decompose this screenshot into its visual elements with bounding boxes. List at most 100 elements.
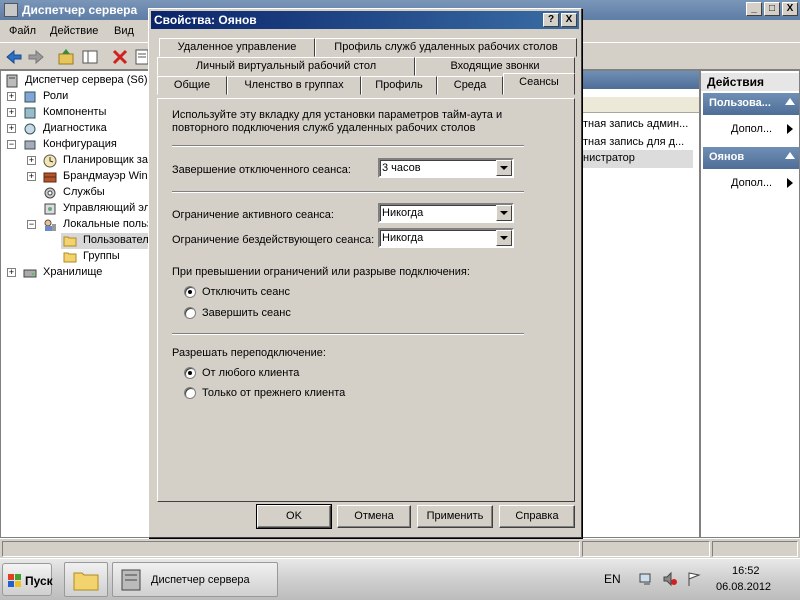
actions-group-header: Оянов (709, 151, 745, 163)
actions-group-users[interactable]: Пользова... (703, 93, 799, 115)
delete-icon[interactable] (110, 47, 130, 67)
menu-file[interactable]: Файл (9, 25, 36, 37)
ok-button[interactable]: OK (256, 504, 332, 529)
apply-button[interactable]: Применить (417, 505, 493, 528)
expand-toggle[interactable]: + (7, 268, 16, 277)
server-manager-icon (6, 74, 18, 88)
maximize-button[interactable]: □ (764, 2, 780, 16)
storage-icon (23, 269, 37, 278)
radio-any-client[interactable] (184, 367, 196, 379)
disconnected-session-combo[interactable]: 3 часов (378, 158, 514, 178)
expand-toggle[interactable]: + (7, 108, 16, 117)
tab-environment[interactable]: Среда (437, 76, 503, 95)
detail-row[interactable]: нистратор (583, 152, 635, 164)
volume-muted-icon[interactable] (662, 571, 678, 587)
collapse-up-icon[interactable] (785, 152, 795, 159)
radio-end-session-label[interactable]: Завершить сеанс (202, 307, 291, 319)
detail-column-header[interactable] (581, 97, 699, 113)
network-icon[interactable] (638, 571, 654, 587)
combo-value: Никогда (382, 207, 424, 219)
tree-item-wmi-control[interactable]: Управляющий эл (27, 201, 149, 217)
dialog-close-button[interactable]: X (561, 13, 577, 27)
submenu-arrow-icon (787, 124, 793, 134)
properties-dialog: Свойства: Оянов ? X Удаленное управление… (148, 8, 582, 538)
active-session-limit-combo[interactable]: Никогда (378, 203, 514, 223)
tree-item-label: Конфигурация (43, 138, 117, 150)
tab-remote-control[interactable]: Удаленное управление (159, 38, 315, 57)
idle-session-limit-combo[interactable]: Никогда (378, 228, 514, 248)
console-tree-icon[interactable] (80, 47, 100, 67)
language-indicator[interactable]: EN (604, 572, 621, 586)
tab-rds-profile[interactable]: Профиль служб удаленных рабочих столов (315, 38, 577, 57)
server-manager-taskbar-button[interactable]: Диспетчер сервера (112, 562, 278, 597)
tree-item-services[interactable]: Службы (27, 185, 147, 201)
tab-member-of[interactable]: Членство в группах (227, 76, 361, 95)
server-manager-icon (121, 569, 141, 591)
tree-item-server-manager[interactable]: Диспетчер сервера (S6) (3, 73, 149, 89)
tree-item-storage[interactable]: + Хранилище (7, 265, 147, 281)
explorer-taskbar-button[interactable] (64, 562, 108, 597)
expand-toggle[interactable]: + (27, 156, 36, 165)
actions-more-link[interactable]: Допол... (731, 177, 772, 189)
radio-any-client-label[interactable]: От любого клиента (202, 367, 299, 379)
radio-disconnect-session[interactable] (184, 286, 196, 298)
collapse-toggle[interactable]: − (27, 220, 36, 229)
actions-more-link[interactable]: Допол... (731, 123, 772, 135)
tree-item-features[interactable]: + Компоненты (7, 105, 147, 121)
tree-item-label: Планировщик за (63, 154, 148, 166)
menu-action[interactable]: Действие (50, 25, 98, 37)
chevron-down-icon[interactable] (496, 160, 512, 176)
radio-original-client[interactable] (184, 387, 196, 399)
collapse-toggle[interactable]: − (7, 140, 16, 149)
tree-item-roles[interactable]: + Роли (7, 89, 147, 105)
combo-value: Никогда (382, 232, 424, 244)
dialog-titlebar[interactable]: Свойства: Оянов ? X (151, 11, 579, 29)
radio-end-session[interactable] (184, 307, 196, 319)
flag-icon[interactable] (686, 571, 702, 587)
tree-item-firewall[interactable]: + Брандмауэр Wind (27, 169, 149, 185)
collapse-up-icon[interactable] (785, 98, 795, 105)
expand-toggle[interactable]: + (7, 124, 16, 133)
menu-view[interactable]: Вид (114, 25, 134, 37)
expand-toggle[interactable]: + (27, 172, 36, 181)
help-button[interactable]: ? (543, 13, 559, 27)
tree-item-label: Диспетчер сервера (S6) (25, 74, 148, 86)
clock-time[interactable]: 16:52 (732, 565, 760, 577)
tab-profile[interactable]: Профиль (361, 76, 437, 95)
minimize-button[interactable]: _ (746, 2, 762, 16)
chevron-down-icon[interactable] (496, 205, 512, 221)
detail-row[interactable]: тная запись для д... (583, 136, 684, 148)
tree-item-label: Компоненты (43, 106, 107, 118)
tree-item-task-scheduler[interactable]: + Планировщик за (27, 153, 148, 169)
start-button[interactable]: Пуск (2, 563, 53, 596)
tree-item-groups[interactable]: Группы (61, 249, 147, 265)
up-folder-icon[interactable] (56, 47, 76, 67)
back-icon[interactable] (4, 47, 24, 67)
tab-sessions[interactable]: Сеансы (503, 73, 575, 95)
tree-item-users[interactable]: Пользовател (61, 233, 149, 249)
radio-disconnect-session-label[interactable]: Отключить сеанс (202, 286, 290, 298)
detail-row[interactable]: тная запись админ... (583, 118, 688, 130)
tree-item-label: Группы (83, 250, 120, 262)
configuration-icon (24, 140, 36, 150)
tree-item-local-users[interactable]: − Локальные польз (27, 217, 149, 233)
tree-item-configuration[interactable]: − Конфигурация (7, 137, 147, 153)
combo-value: 3 часов (382, 162, 421, 174)
diagnostics-icon (24, 123, 36, 135)
clock-date[interactable]: 06.08.2012 (716, 581, 771, 593)
tab-general[interactable]: Общие (157, 76, 227, 95)
forward-icon[interactable] (26, 47, 46, 67)
console-tree[interactable]: Диспетчер сервера (S6) + Роли + Компонен… (0, 70, 150, 538)
radio-original-client-label[interactable]: Только от прежнего клиента (202, 387, 345, 399)
detail-pane-header (581, 71, 699, 89)
help-dialog-button[interactable]: Справка (499, 505, 575, 528)
separator (172, 333, 524, 335)
cancel-button[interactable]: Отмена (337, 505, 411, 528)
actions-group-oyanov[interactable]: Оянов (703, 147, 799, 169)
close-button[interactable]: X (782, 2, 798, 16)
expand-toggle[interactable]: + (7, 92, 16, 101)
folder-icon (63, 252, 77, 263)
tree-item-diagnostics[interactable]: + Диагностика (7, 121, 147, 137)
chevron-down-icon[interactable] (496, 230, 512, 246)
tab-personal-virtual-desktop[interactable]: Личный виртуальный рабочий стол (157, 57, 415, 76)
